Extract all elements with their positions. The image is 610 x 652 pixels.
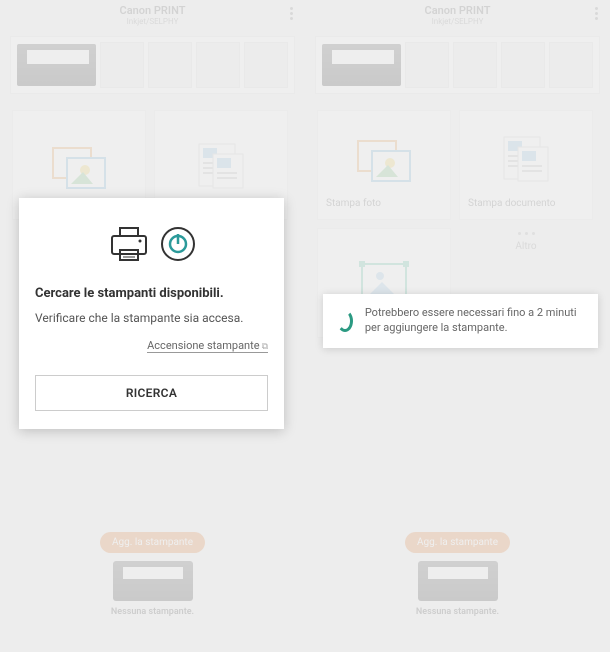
- dialog-title: Cercare le stampanti disponibili.: [35, 286, 268, 301]
- spinner-icon: [337, 310, 353, 332]
- waiting-toast: Potrebbero essere necessari fino a 2 min…: [323, 294, 598, 348]
- dialog-subtitle: Verificare che la stampante sia accesa.: [35, 311, 268, 325]
- search-printers-dialog: Cercare le stampanti disponibili. Verifi…: [19, 198, 284, 429]
- toast-text: Potrebbero essere necessari fino a 2 min…: [365, 306, 584, 336]
- search-button[interactable]: RICERCA: [35, 375, 268, 411]
- power-on-link[interactable]: Accensione stampante⧉: [147, 339, 268, 353]
- power-icon: [158, 224, 198, 264]
- screen-right: Canon PRINT Inkjet/SELPHY Stampa foto St…: [305, 0, 610, 652]
- screen-left: Canon PRINT Inkjet/SELPHY Agg. la stampa…: [0, 0, 305, 652]
- external-link-icon: ⧉: [262, 342, 268, 352]
- printer-icon: [106, 224, 156, 264]
- link-text: Accensione stampante: [147, 339, 259, 352]
- dialog-icon-row: [35, 224, 268, 264]
